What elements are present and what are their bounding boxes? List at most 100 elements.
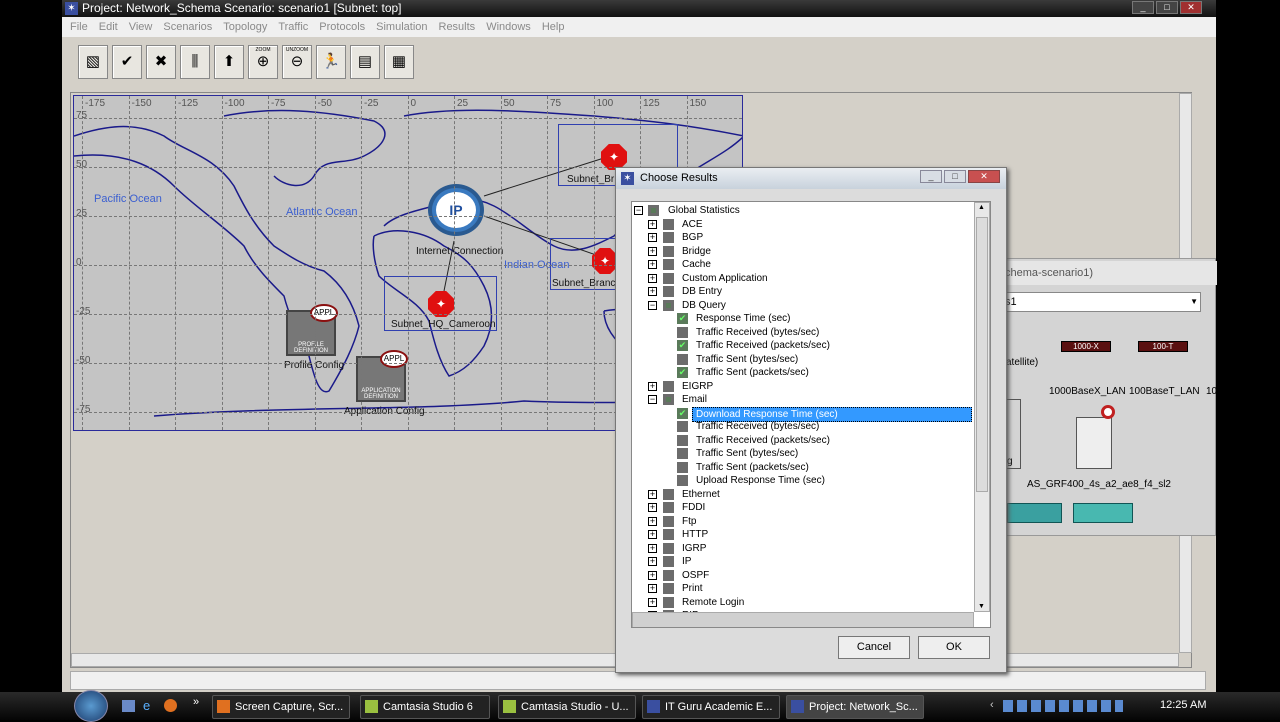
expand-icon[interactable]: + (648, 503, 657, 512)
checkbox[interactable] (663, 529, 674, 540)
menu-windows[interactable]: Windows (486, 21, 531, 33)
tree-item[interactable]: ✔ Download Response Time (sec) (632, 406, 972, 422)
dialog-minimize-button[interactable]: _ (920, 170, 942, 183)
checkbox[interactable] (663, 583, 674, 594)
tree-item[interactable]: Traffic Received (bytes/sec) (632, 326, 972, 339)
menu-scenarios[interactable]: Scenarios (163, 21, 212, 33)
checkbox[interactable] (663, 259, 674, 270)
checkbox[interactable] (677, 448, 688, 459)
menu-topology[interactable]: Topology (223, 21, 267, 33)
tree-item[interactable]: − Email (632, 393, 972, 406)
configure-run-simulation-button[interactable]: 🏃 (316, 45, 346, 79)
expand-icon[interactable]: + (648, 516, 657, 526)
taskbar-button[interactable]: Project: Network_Sc... (786, 695, 924, 719)
checkbox[interactable] (663, 515, 674, 527)
expand-icon[interactable]: + (648, 381, 657, 391)
checkbox[interactable] (677, 434, 688, 446)
tree-item[interactable]: + OSPF (632, 569, 972, 582)
menu-protocols[interactable]: Protocols (319, 21, 365, 33)
recover-selected-button[interactable]: ⫼ (180, 45, 210, 79)
tree-item[interactable]: Traffic Received (bytes/sec) (632, 420, 972, 433)
tree-item[interactable]: + Ethernet (632, 488, 972, 501)
open-object-palette-button[interactable]: ▧ (78, 45, 108, 79)
tree-item[interactable]: + DB Entry (632, 285, 972, 298)
hide-show-graphs-button[interactable]: ▦ (384, 45, 414, 79)
tree-item[interactable]: Traffic Sent (bytes/sec) (632, 353, 972, 366)
checkbox[interactable]: ✔ (677, 313, 688, 324)
scroll-down-icon[interactable]: ▼ (978, 603, 985, 610)
expand-icon[interactable]: + (648, 584, 657, 593)
tree-item[interactable]: Upload Response Time (sec) (632, 474, 972, 487)
tree-horizontal-scrollbar[interactable] (632, 612, 974, 627)
ok-button[interactable]: OK (918, 636, 990, 659)
expand-icon[interactable]: + (648, 260, 657, 269)
checkbox[interactable] (663, 380, 674, 392)
checkbox[interactable] (677, 475, 688, 486)
checkbox[interactable] (663, 218, 674, 230)
tree-item[interactable]: Traffic Sent (packets/sec) (632, 461, 972, 474)
internet-ip-cloud[interactable]: IP (428, 184, 484, 236)
ie-icon[interactable]: e (143, 698, 150, 713)
close-button[interactable]: ✕ (1180, 1, 1202, 14)
clock[interactable]: 12:25 AM (1160, 699, 1206, 711)
scroll-up-icon[interactable]: ▲ (978, 204, 985, 211)
expand-icon[interactable]: + (648, 543, 657, 553)
taskbar-button[interactable]: Camtasia Studio - U... (498, 695, 636, 719)
checkbox[interactable]: ✔ (677, 340, 688, 351)
maximize-button[interactable]: □ (1156, 1, 1178, 14)
tree-item[interactable]: + BGP (632, 231, 972, 244)
tree-item[interactable]: ✔ Response Time (sec) (632, 312, 972, 325)
checkbox[interactable] (663, 596, 674, 608)
dialog-maximize-button[interactable]: □ (944, 170, 966, 183)
tree-item[interactable]: Traffic Received (packets/sec) (632, 434, 972, 447)
taskbar-button[interactable]: Camtasia Studio 6 (360, 695, 490, 719)
return-to-parent-subnet-button[interactable]: ⬆ (214, 45, 244, 79)
tree-item[interactable]: + EIGRP (632, 380, 972, 393)
tree-item[interactable]: + FDDI (632, 501, 972, 514)
checkbox[interactable] (663, 488, 674, 500)
lan-1000basex-icon[interactable]: 1000-X (1061, 329, 1111, 371)
checkbox[interactable] (677, 461, 688, 473)
checkbox[interactable] (677, 326, 688, 338)
tree-vertical-scrollbar[interactable]: ▲ ▼ (974, 202, 990, 612)
taskbar-button[interactable]: Screen Capture, Scr... (212, 695, 350, 719)
expand-icon[interactable]: + (648, 489, 657, 499)
menu-traffic[interactable]: Traffic (278, 21, 308, 33)
check-link-consistency-button[interactable]: ✔ (112, 45, 142, 79)
minimize-button[interactable]: _ (1132, 1, 1154, 14)
checkbox[interactable] (677, 353, 688, 365)
scroll-thumb[interactable] (976, 217, 988, 492)
menu-view[interactable]: View (129, 21, 153, 33)
view-results-button[interactable]: ▤ (350, 45, 380, 79)
menu-results[interactable]: Results (439, 21, 476, 33)
start-button[interactable] (74, 690, 108, 722)
switch-icon[interactable] (1007, 503, 1062, 523)
expand-icon[interactable]: + (648, 530, 657, 539)
tree-item[interactable]: + Ftp (632, 515, 972, 528)
expand-icon[interactable]: + (648, 597, 657, 607)
show-desktop-icon[interactable] (122, 700, 135, 712)
tree-item[interactable]: + Bridge (632, 245, 972, 258)
dialog-close-button[interactable]: ✕ (968, 170, 1000, 183)
checkbox[interactable] (663, 394, 674, 405)
menu-help[interactable]: Help (542, 21, 565, 33)
palette-dropdown[interactable]: s1 ▼ (1001, 292, 1201, 312)
zoom-button[interactable]: ⊕ ZOOM (248, 45, 278, 79)
checkbox[interactable] (663, 556, 674, 567)
tree-item[interactable]: + Custom Application (632, 272, 972, 285)
checkbox[interactable]: ✔ (677, 367, 688, 378)
collapse-icon[interactable]: − (648, 395, 657, 404)
expand-icon[interactable]: + (648, 233, 657, 242)
unzoom-button[interactable]: ⊖ UNZOOM (282, 45, 312, 79)
expand-icon[interactable]: + (648, 287, 657, 296)
checkbox[interactable] (677, 421, 688, 432)
tree-item[interactable]: − Global Statistics (632, 204, 972, 217)
checkbox[interactable] (663, 245, 674, 257)
menu-file[interactable]: File (70, 21, 88, 33)
tree-item[interactable]: + IGRP (632, 542, 972, 555)
tree-item[interactable]: ✔ Traffic Sent (packets/sec) (632, 366, 972, 379)
tree-item[interactable]: − DB Query (632, 299, 972, 312)
results-tree[interactable]: − Global Statistics + ACE + BGP + Bridge + Cache +… (631, 201, 991, 628)
menu-edit[interactable]: Edit (99, 21, 118, 33)
switch-icon[interactable] (1073, 503, 1133, 523)
